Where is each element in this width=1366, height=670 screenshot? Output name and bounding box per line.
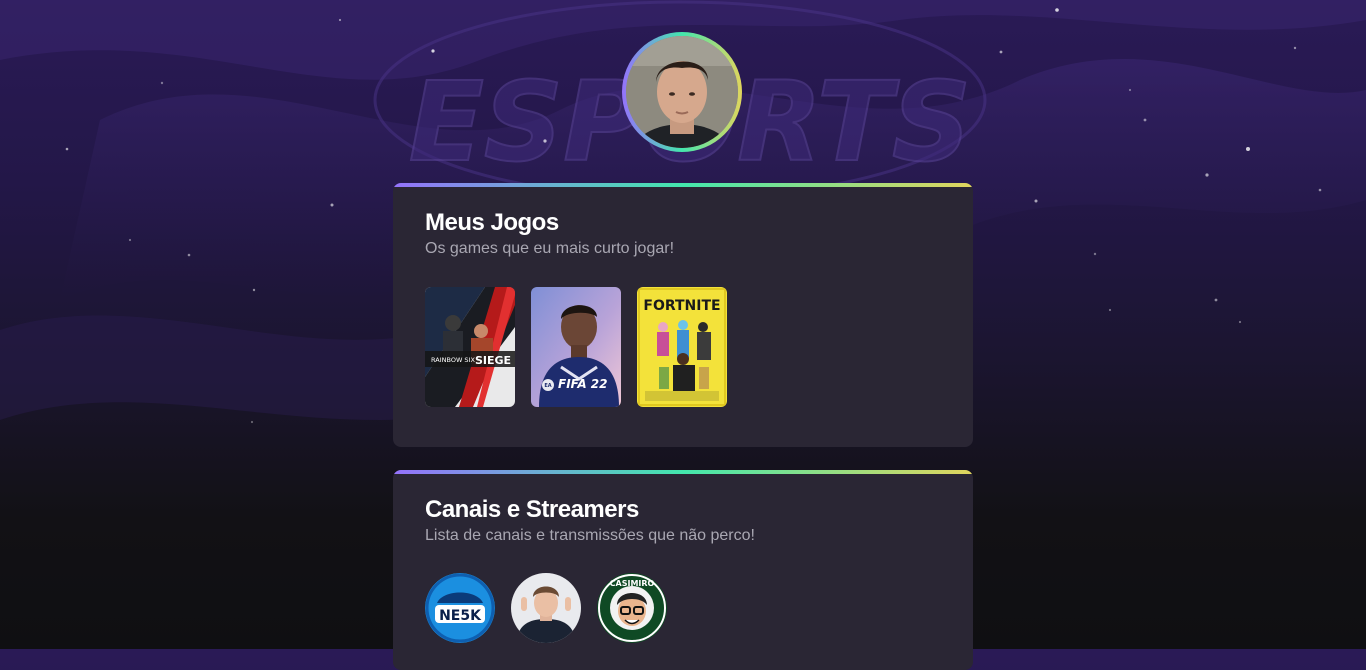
channel-ne5k[interactable]: NE5K — [425, 573, 495, 643]
casimiro-logo-text: CASIMIRO — [610, 579, 655, 588]
profile-avatar — [622, 32, 742, 152]
person-photo-icon — [626, 36, 738, 148]
game-cover-rainbow-six-siege[interactable]: RAINBOW SIX SIEGE — [425, 287, 515, 407]
fifa-ea-badge: EA — [544, 383, 551, 389]
channels-card: Canais e Streamers Lista de canais e tra… — [393, 470, 973, 670]
games-card: Meus Jogos Os games que eu mais curto jo… — [393, 183, 973, 447]
channel-streamer[interactable] — [511, 573, 581, 643]
fifa-logo: FIFA 22 — [558, 377, 607, 391]
games-title: Meus Jogos — [425, 209, 559, 236]
r6-logo-main: SIEGE — [475, 354, 511, 367]
channels-subtitle: Lista de canais e transmissões que não p… — [425, 527, 755, 544]
streamer-avatar-icon — [511, 573, 581, 643]
fortnite-logo: FORTNITE — [643, 298, 720, 314]
ne5k-logo-text: NE5K — [439, 608, 482, 624]
channel-casimiro[interactable]: CASIMIRO — [597, 573, 667, 643]
channels-title: Canais e Streamers — [425, 496, 639, 523]
games-subtitle: Os games que eu mais curto jogar! — [425, 240, 675, 257]
game-cover-fortnite[interactable]: FORTNITE — [637, 287, 727, 407]
r6-logo-top: RAINBOW SIX — [431, 356, 475, 364]
game-cover-fifa-22[interactable]: EA FIFA 22 — [531, 287, 621, 407]
